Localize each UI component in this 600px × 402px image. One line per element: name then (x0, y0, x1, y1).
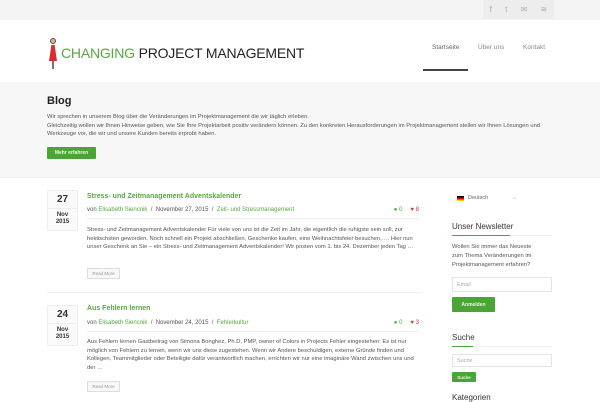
language-label: Deutsch (468, 195, 489, 201)
by-label: von (87, 320, 97, 326)
post-day: 27 (48, 194, 77, 209)
newsletter-text: Wollen Sie immer das Neueste zum Thema V… (452, 244, 532, 268)
author-link[interactable]: Elisabeth Siencnik (98, 207, 147, 213)
heart-icon: ♥ (410, 207, 414, 213)
heart-icon: ♥ (410, 320, 414, 326)
comment-icon: ● (393, 320, 398, 326)
likes-count[interactable]: ♥ 3 (410, 320, 419, 326)
category-link[interactable]: Zeit- und Stressmanagement (217, 207, 294, 213)
search-input[interactable]: Suche (452, 354, 552, 367)
language-select[interactable]: Deutsch ⌄ (457, 195, 517, 201)
nav-startseite[interactable]: Startseite (432, 44, 459, 51)
social-links: f t ✉ ≋ (483, 0, 554, 19)
post-title[interactable]: Aus Fehlern lernen (87, 305, 150, 312)
post-month: Nov (56, 212, 69, 218)
email-icon[interactable]: ✉ (521, 5, 528, 14)
logo-figure-icon (47, 37, 59, 69)
intro-line-1: Wir sprechen in unserem Blog über die Ve… (47, 114, 309, 120)
rss-icon[interactable]: ≋ (541, 5, 548, 14)
nav-ueber-uns[interactable]: Über uns (478, 44, 504, 51)
post-title[interactable]: Stress- und Zeitmanagement Adventskalend… (87, 193, 241, 200)
german-flag-icon (457, 195, 464, 201)
nav-active-indicator (423, 69, 468, 71)
search-button[interactable]: Suche (452, 372, 476, 382)
intro-line-2: Gleichzeitig wollen wir Ihnen Hinweise g… (47, 122, 541, 138)
chevron-down-icon: ⌄ (512, 195, 517, 201)
comments-count[interactable]: ● 0 (394, 207, 403, 213)
post-year: 2015 (55, 219, 70, 225)
facebook-icon[interactable]: f (490, 5, 492, 14)
search-heading: Suche (452, 333, 475, 342)
post-day: 24 (48, 309, 77, 324)
post-date-text: November 27, 2015 (155, 207, 209, 213)
category-link[interactable]: Fehlerkultur (217, 320, 249, 326)
post-date: 27 Nov 2015 (47, 190, 78, 231)
post-date: 24 Nov 2015 (47, 305, 78, 346)
nav-kontakt[interactable]: Kontakt (523, 44, 545, 51)
heading-underline (452, 346, 552, 347)
subscribe-button[interactable]: Anmelden (452, 297, 495, 312)
more-button[interactable]: Mehr erfahren (47, 147, 96, 159)
categories-heading: Kategorien (452, 393, 491, 402)
by-label: von (87, 207, 97, 213)
post-year: 2015 (55, 334, 70, 340)
newsletter-heading: Unser Newsletter (452, 222, 514, 231)
twitter-icon[interactable]: t (505, 5, 507, 14)
logo-text-green: CHANGING (61, 45, 135, 61)
page-title: Blog (47, 95, 72, 107)
comment-icon: ● (393, 207, 398, 213)
post-month: Nov (56, 327, 69, 333)
likes-count[interactable]: ♥ 8 (410, 207, 419, 213)
post-meta: von Elisabeth Siencnik / November 24, 20… (87, 320, 419, 332)
post-date-text: November 24, 2015 (155, 320, 209, 326)
email-input[interactable]: Email (452, 277, 552, 292)
post-excerpt: Stress- und Zeitmanagement Adventskalend… (87, 227, 414, 251)
read-more-button[interactable]: Read More (87, 268, 120, 279)
heading-underline (452, 235, 552, 236)
read-more-button[interactable]: Read More (87, 381, 120, 392)
comments-count[interactable]: ● 0 (394, 320, 403, 326)
post-excerpt: Aus Fehlern lernen Gastbeitrag von Simon… (87, 339, 414, 371)
post-separator (47, 292, 422, 293)
site-logo[interactable]: CHANGING PROJECT MANAGEMENT (47, 37, 304, 69)
logo-text-dark: PROJECT MANAGEMENT (138, 45, 305, 61)
author-link[interactable]: Elisabeth Siencnik (98, 320, 147, 326)
post-meta: von Elisabeth Siencnik / November 27, 20… (87, 207, 419, 219)
